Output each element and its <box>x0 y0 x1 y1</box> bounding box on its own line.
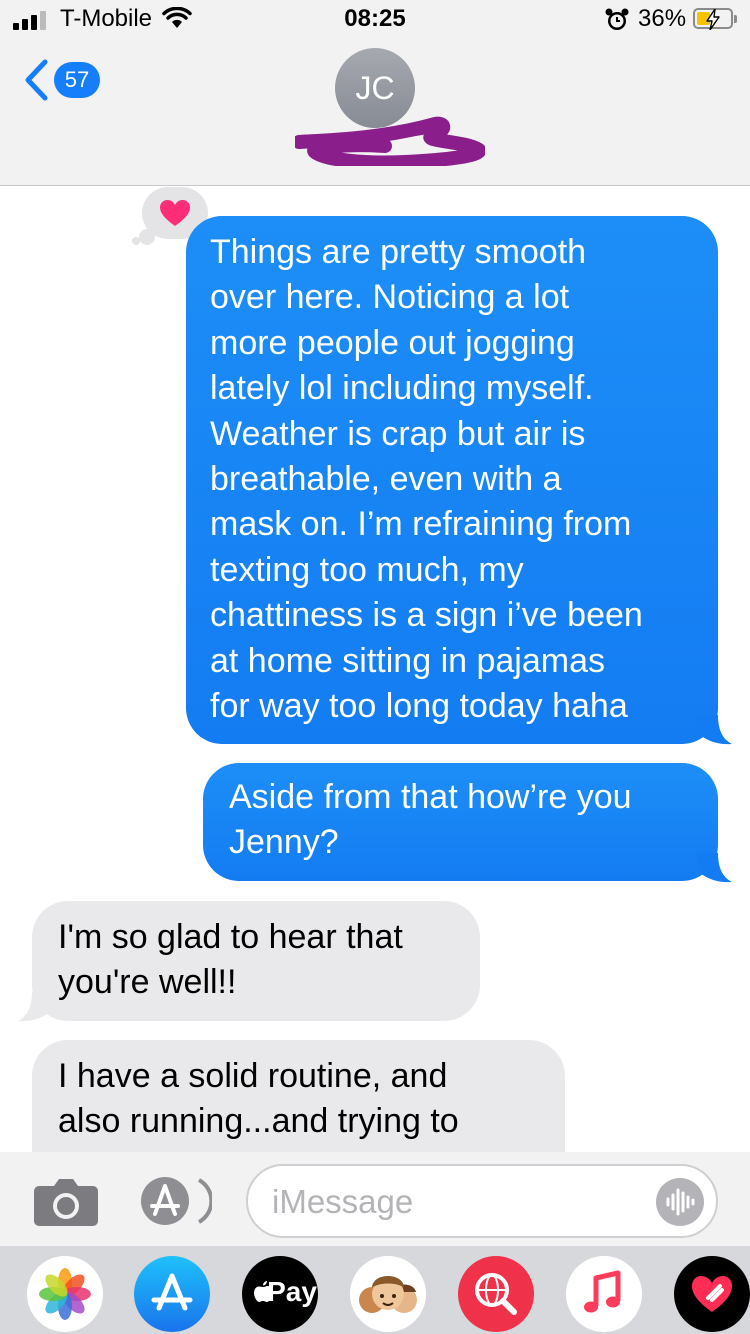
message-text: Aside from that how’re you Jenny? <box>229 778 632 862</box>
outgoing-message-bubble[interactable]: Things are pretty smooth over here. Noti… <box>186 216 718 744</box>
bubble-tail <box>18 992 54 1022</box>
battery-percent: 36% <box>638 5 687 32</box>
conversation-header: 57 JC <box>0 40 750 186</box>
app-drawer: Pay <box>0 1246 750 1334</box>
photos-icon[interactable] <box>27 1256 103 1332</box>
apple-pay-icon[interactable]: Pay <box>242 1256 318 1332</box>
message-list[interactable]: Things are pretty smooth over here. Noti… <box>0 187 750 1152</box>
unread-count-badge: 57 <box>54 62 100 98</box>
bubble-tail <box>696 853 732 883</box>
apple-pay-label: Pay <box>267 1276 317 1307</box>
tapback-tail <box>139 229 155 245</box>
chevron-left-icon <box>25 59 48 101</box>
message-text: Things are pretty smooth over here. Noti… <box>210 233 643 726</box>
outgoing-message-bubble[interactable]: Aside from that how’re you Jenny? <box>203 763 718 881</box>
web-search-icon[interactable] <box>458 1256 534 1332</box>
name-redaction-scribble <box>295 116 485 166</box>
message-text: I have a solid routine, and also running… <box>58 1057 459 1141</box>
waveform-icon <box>666 1188 695 1216</box>
battery-icon <box>693 8 737 30</box>
digital-touch-icon[interactable] <box>674 1256 750 1332</box>
charging-bolt-icon <box>706 9 720 30</box>
back-button[interactable]: 57 <box>22 58 100 102</box>
alarm-icon <box>605 8 629 30</box>
incoming-message-bubble[interactable]: I have a solid routine, and also running… <box>32 1040 565 1152</box>
tapback-tail-dot <box>132 237 140 245</box>
music-icon[interactable] <box>566 1256 642 1332</box>
imessage-field[interactable] <box>246 1164 718 1238</box>
app-store-icon[interactable] <box>134 1256 210 1332</box>
message-text: I'm so glad to hear that you're well!! <box>58 918 403 1002</box>
message-input[interactable] <box>272 1180 642 1224</box>
incoming-message-bubble[interactable]: I'm so glad to hear that you're well!! <box>32 901 480 1021</box>
app-store-button[interactable] <box>140 1176 212 1226</box>
heart-icon <box>160 200 190 226</box>
compose-bar <box>0 1152 750 1246</box>
bubble-tail <box>696 715 732 745</box>
camera-icon[interactable] <box>34 1178 98 1226</box>
audio-message-button[interactable] <box>656 1178 704 1226</box>
memoji-icon[interactable] <box>350 1256 426 1332</box>
status-bar: T-Mobile 08:25 36% <box>0 0 750 40</box>
